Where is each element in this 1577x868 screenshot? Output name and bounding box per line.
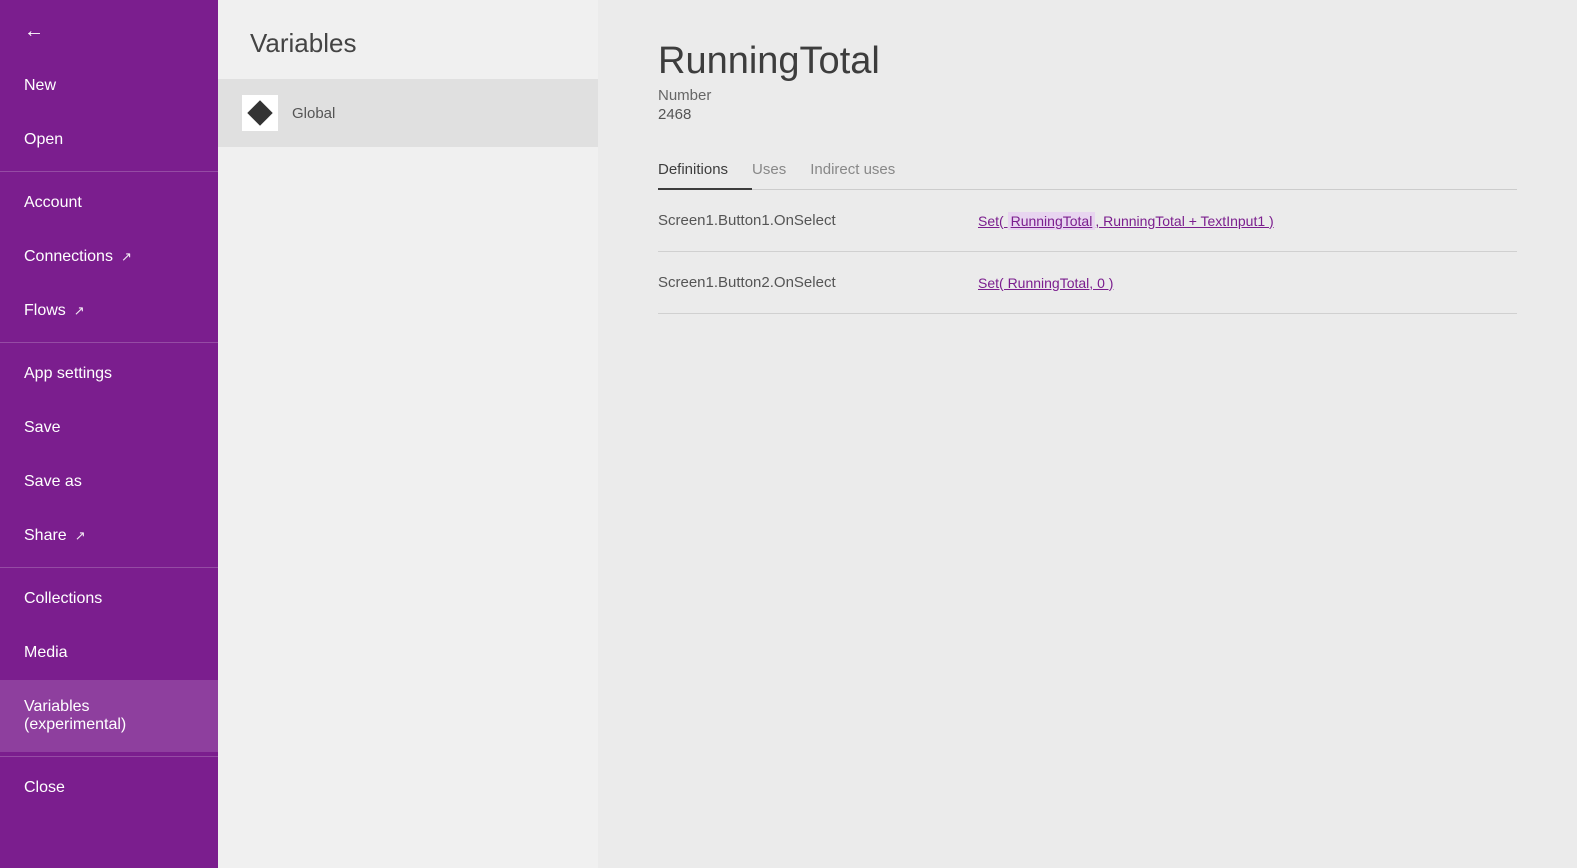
sidebar-item-label: Account bbox=[24, 194, 82, 212]
sidebar-item-save[interactable]: Save bbox=[0, 401, 218, 455]
definition-row-2: Screen1.Button2.OnSelect Set( RunningTot… bbox=[658, 252, 1517, 314]
def-formula-1[interactable]: Set( RunningTotal, RunningTotal + TextIn… bbox=[978, 213, 1274, 229]
sidebar-divider-3 bbox=[0, 567, 218, 568]
sidebar-item-save-as[interactable]: Save as bbox=[0, 455, 218, 509]
sidebar-item-label: Connections bbox=[24, 248, 113, 266]
back-arrow-icon: ← bbox=[24, 20, 44, 43]
global-icon-container bbox=[242, 95, 278, 131]
main-content: RunningTotal Number 2468 Definitions Use… bbox=[598, 0, 1577, 868]
sidebar-item-label: Media bbox=[24, 644, 68, 662]
sidebar-item-media[interactable]: Media bbox=[0, 626, 218, 680]
sidebar-item-label: Flows bbox=[24, 302, 66, 320]
sidebar-item-flows[interactable]: Flows ↗ bbox=[0, 284, 218, 338]
sidebar-item-app-settings[interactable]: App settings bbox=[0, 347, 218, 401]
sidebar-item-label: Save as bbox=[24, 473, 82, 491]
variable-name: RunningTotal bbox=[658, 40, 1517, 83]
sidebar-divider-4 bbox=[0, 756, 218, 757]
variable-type: Number bbox=[658, 87, 1517, 104]
sidebar: ← New Open Account Connections ↗ Flows ↗… bbox=[0, 0, 218, 868]
def-location-1: Screen1.Button1.OnSelect bbox=[658, 212, 938, 229]
sidebar-item-share[interactable]: Share ↗ bbox=[0, 509, 218, 563]
sidebar-item-label: Save bbox=[24, 419, 60, 437]
sidebar-item-label: New bbox=[24, 77, 56, 95]
sidebar-item-label: Open bbox=[24, 131, 63, 149]
global-item[interactable]: Global bbox=[218, 79, 598, 147]
sidebar-item-variables[interactable]: Variables (experimental) bbox=[0, 680, 218, 752]
tab-uses[interactable]: Uses bbox=[752, 151, 810, 190]
definitions-table: Screen1.Button1.OnSelect Set( RunningTot… bbox=[658, 190, 1517, 314]
tabs-container: Definitions Uses Indirect uses bbox=[658, 151, 1517, 190]
definition-row-1: Screen1.Button1.OnSelect Set( RunningTot… bbox=[658, 190, 1517, 252]
sidebar-item-label: Collections bbox=[24, 590, 102, 608]
formula-suffix-1: , RunningTotal + TextInput1 ) bbox=[1095, 213, 1273, 229]
def-location-2: Screen1.Button2.OnSelect bbox=[658, 274, 938, 291]
formula-text-2: Set( RunningTotal, 0 ) bbox=[978, 275, 1113, 291]
formula-highlighted-1: RunningTotal bbox=[1008, 212, 1096, 230]
sidebar-item-label: Close bbox=[24, 779, 65, 797]
sidebar-item-collections[interactable]: Collections bbox=[0, 572, 218, 626]
external-link-icon: ↗ bbox=[74, 303, 85, 319]
back-button[interactable]: ← bbox=[0, 0, 218, 59]
external-link-icon: ↗ bbox=[75, 528, 86, 544]
sidebar-item-account[interactable]: Account bbox=[0, 176, 218, 230]
global-label: Global bbox=[292, 105, 335, 122]
diamond-icon bbox=[247, 100, 272, 125]
sidebar-item-close[interactable]: Close bbox=[0, 761, 218, 815]
sidebar-item-connections[interactable]: Connections ↗ bbox=[0, 230, 218, 284]
external-link-icon: ↗ bbox=[121, 249, 132, 265]
def-formula-2[interactable]: Set( RunningTotal, 0 ) bbox=[978, 275, 1113, 291]
sidebar-item-label: Share bbox=[24, 527, 67, 545]
panel-title: Variables bbox=[218, 0, 598, 79]
variable-value: 2468 bbox=[658, 106, 1517, 123]
sidebar-divider-1 bbox=[0, 171, 218, 172]
tab-indirect-uses[interactable]: Indirect uses bbox=[810, 151, 919, 190]
sidebar-item-label: App settings bbox=[24, 365, 112, 383]
formula-prefix-1: Set( bbox=[978, 213, 1008, 229]
sidebar-item-label: Variables (experimental) bbox=[24, 698, 194, 734]
sidebar-item-new[interactable]: New bbox=[0, 59, 218, 113]
sidebar-item-open[interactable]: Open bbox=[0, 113, 218, 167]
middle-panel: Variables Global bbox=[218, 0, 598, 868]
sidebar-divider-2 bbox=[0, 342, 218, 343]
tab-definitions[interactable]: Definitions bbox=[658, 151, 752, 190]
